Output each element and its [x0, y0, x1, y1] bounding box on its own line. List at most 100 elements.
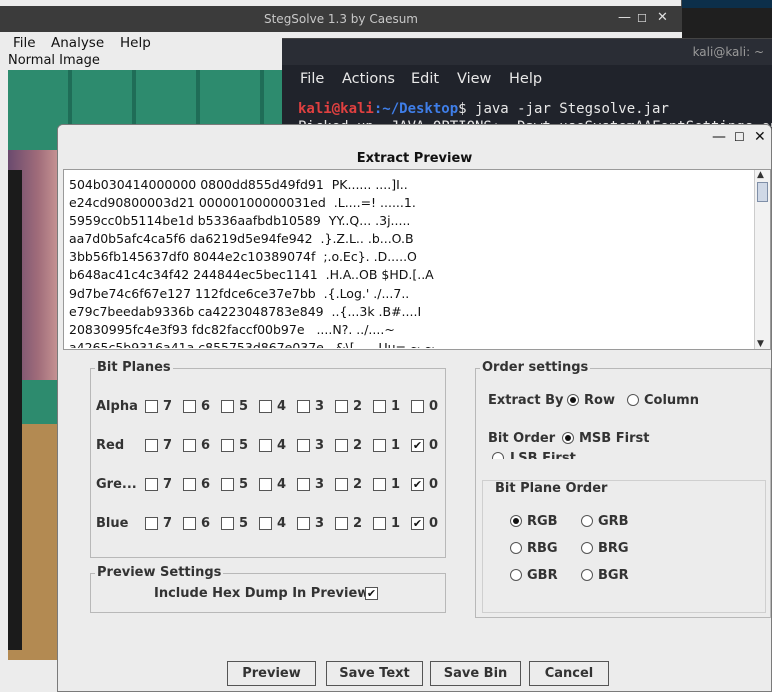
terminal-menu-view[interactable]: View: [457, 71, 491, 87]
bit-plane-number-label: 4: [277, 438, 287, 453]
bit-plane-number-label: 7: [163, 477, 173, 492]
bpo-bgr-radio[interactable]: [581, 569, 593, 581]
bit-plane-checkbox[interactable]: [373, 439, 386, 452]
maximize-icon[interactable]: ☐: [637, 12, 647, 25]
bit-plane-checkbox[interactable]: [145, 439, 158, 452]
bit-order-lsb-option[interactable]: LSB First: [488, 451, 588, 459]
scroll-up-icon[interactable]: ▲: [757, 170, 764, 180]
hex-dump-checkbox[interactable]: ✔: [365, 587, 378, 600]
bit-order-msb-radio[interactable]: [562, 432, 574, 444]
scroll-thumb[interactable]: [757, 182, 768, 202]
save-text-button[interactable]: Save Text: [326, 661, 423, 686]
bit-plane-checkbox[interactable]: [145, 478, 158, 491]
save-bin-button[interactable]: Save Bin: [430, 661, 521, 686]
bit-plane-checkbox[interactable]: [335, 439, 348, 452]
bpo-brg-radio[interactable]: [581, 542, 593, 554]
bit-plane-checkbox[interactable]: [145, 517, 158, 530]
bit-plane-checkbox[interactable]: [183, 517, 196, 530]
bpo-rbg-radio[interactable]: [510, 542, 522, 554]
bit-plane-number-label: 1: [391, 477, 401, 492]
bit-plane-checkbox[interactable]: [297, 478, 310, 491]
bit-plane-number-label: 0: [429, 516, 439, 531]
bit-plane-checkbox[interactable]: [221, 439, 234, 452]
menu-file[interactable]: File: [13, 35, 36, 51]
bit-plane-checkbox[interactable]: [297, 439, 310, 452]
menu-help[interactable]: Help: [120, 35, 151, 51]
terminal-menu-actions[interactable]: Actions: [342, 71, 395, 87]
scroll-down-icon[interactable]: ▼: [757, 339, 764, 349]
stegsolve-titlebar[interactable]: StegSolve 1.3 by Caesum — ☐ ✕: [0, 6, 682, 32]
image-mode-label: Normal Image: [8, 53, 100, 68]
bit-plane-checkbox[interactable]: [221, 478, 234, 491]
bit-plane-number-label: 3: [315, 516, 325, 531]
terminal-menu-edit[interactable]: Edit: [411, 71, 439, 87]
bit-plane-checkbox[interactable]: [221, 400, 234, 413]
preview-line: 20830995fc4e3f93 fdc82faccf00b97e ....N?…: [69, 321, 395, 337]
bit-plane-checkbox[interactable]: ✔: [411, 478, 424, 491]
preview-text: 504b030414000000 0800dd855d49fd91 PK....…: [69, 176, 754, 348]
terminal-titlebar[interactable]: kali@kali: ~: [282, 39, 772, 65]
bit-plane-checkbox[interactable]: [335, 517, 348, 530]
bit-plane-checkbox[interactable]: [297, 400, 310, 413]
bit-plane-number-label: 5: [239, 516, 249, 531]
extract-by-row-radio[interactable]: [567, 394, 579, 406]
terminal-prompt-user: kali@kali: [298, 101, 374, 117]
bit-plane-number-label: 5: [239, 477, 249, 492]
bit-plane-checkbox[interactable]: ✔: [411, 439, 424, 452]
bit-plane-number-label: 3: [315, 399, 325, 414]
extract-by-label: Extract By: [488, 393, 564, 408]
bit-plane-number-label: 1: [391, 399, 401, 414]
bit-plane-number-label: 2: [353, 477, 363, 492]
bit-plane-checkbox[interactable]: [259, 517, 272, 530]
minimize-icon[interactable]: —: [618, 10, 631, 25]
bpo-gbr-radio[interactable]: [510, 569, 522, 581]
bit-plane-checkbox[interactable]: [411, 400, 424, 413]
order-settings-group: Order settings Extract By Row Column Bit…: [475, 360, 771, 618]
bpo-grb-radio[interactable]: [581, 515, 593, 527]
bit-plane-number-label: 0: [429, 477, 439, 492]
bit-planes-title: Bit Planes: [95, 360, 173, 375]
terminal-menu-help[interactable]: Help: [509, 71, 542, 87]
minimize-icon[interactable]: —: [712, 129, 726, 145]
bit-plane-checkbox[interactable]: [183, 400, 196, 413]
close-icon[interactable]: ✕: [754, 129, 766, 145]
bit-plane-checkbox[interactable]: [297, 517, 310, 530]
bit-plane-row-label: Gre...: [96, 477, 137, 492]
extract-by-row-label: Row: [584, 393, 615, 408]
bit-plane-checkbox[interactable]: [221, 517, 234, 530]
bit-plane-number-label: 3: [315, 438, 325, 453]
bit-plane-checkbox[interactable]: [373, 517, 386, 530]
terminal-command: $ java -jar Stegsolve.jar: [458, 101, 669, 117]
bit-plane-checkbox[interactable]: [335, 400, 348, 413]
bit-plane-checkbox[interactable]: [259, 400, 272, 413]
bit-plane-checkbox[interactable]: [183, 478, 196, 491]
bit-plane-checkbox[interactable]: [145, 400, 158, 413]
maximize-icon[interactable]: ☐: [734, 130, 745, 144]
bit-plane-checkbox[interactable]: [335, 478, 348, 491]
bit-order-lsb-radio[interactable]: [492, 452, 504, 459]
bit-plane-checkbox[interactable]: [373, 400, 386, 413]
bit-plane-checkbox[interactable]: [183, 439, 196, 452]
image-content-dark: [8, 170, 22, 650]
preview-text-area[interactable]: 504b030414000000 0800dd855d49fd91 PK....…: [63, 169, 771, 350]
extract-by-column-radio[interactable]: [627, 394, 639, 406]
bpo-rgb-radio[interactable]: [510, 515, 522, 527]
bit-plane-checkbox[interactable]: ✔: [411, 517, 424, 530]
bit-plane-number-label: 5: [239, 399, 249, 414]
close-icon[interactable]: ✕: [657, 10, 668, 25]
preview-settings-group: Preview Settings Include Hex Dump In Pre…: [90, 565, 446, 613]
bit-plane-checkbox[interactable]: [259, 439, 272, 452]
dialog-titlebar[interactable]: — ☐ ✕: [58, 125, 771, 151]
vertical-scrollbar[interactable]: ▲ ▼: [754, 170, 770, 349]
terminal-menu-file[interactable]: File: [300, 71, 324, 87]
terminal-command-line: kali@kali:~/Desktop$ java -jar Stegsolve…: [298, 101, 669, 117]
bit-plane-number-label: 1: [391, 438, 401, 453]
bit-plane-number-label: 7: [163, 438, 173, 453]
bit-plane-row-label: Alpha: [96, 399, 138, 414]
preview-button[interactable]: Preview: [227, 661, 316, 686]
bit-plane-checkbox[interactable]: [373, 478, 386, 491]
bit-plane-checkbox[interactable]: [259, 478, 272, 491]
cancel-button[interactable]: Cancel: [529, 661, 609, 686]
bit-plane-order-group: Bit Plane Order RGB GRB RBG BRG GBR BGR: [482, 480, 766, 613]
menu-analyse[interactable]: Analyse: [51, 35, 104, 51]
